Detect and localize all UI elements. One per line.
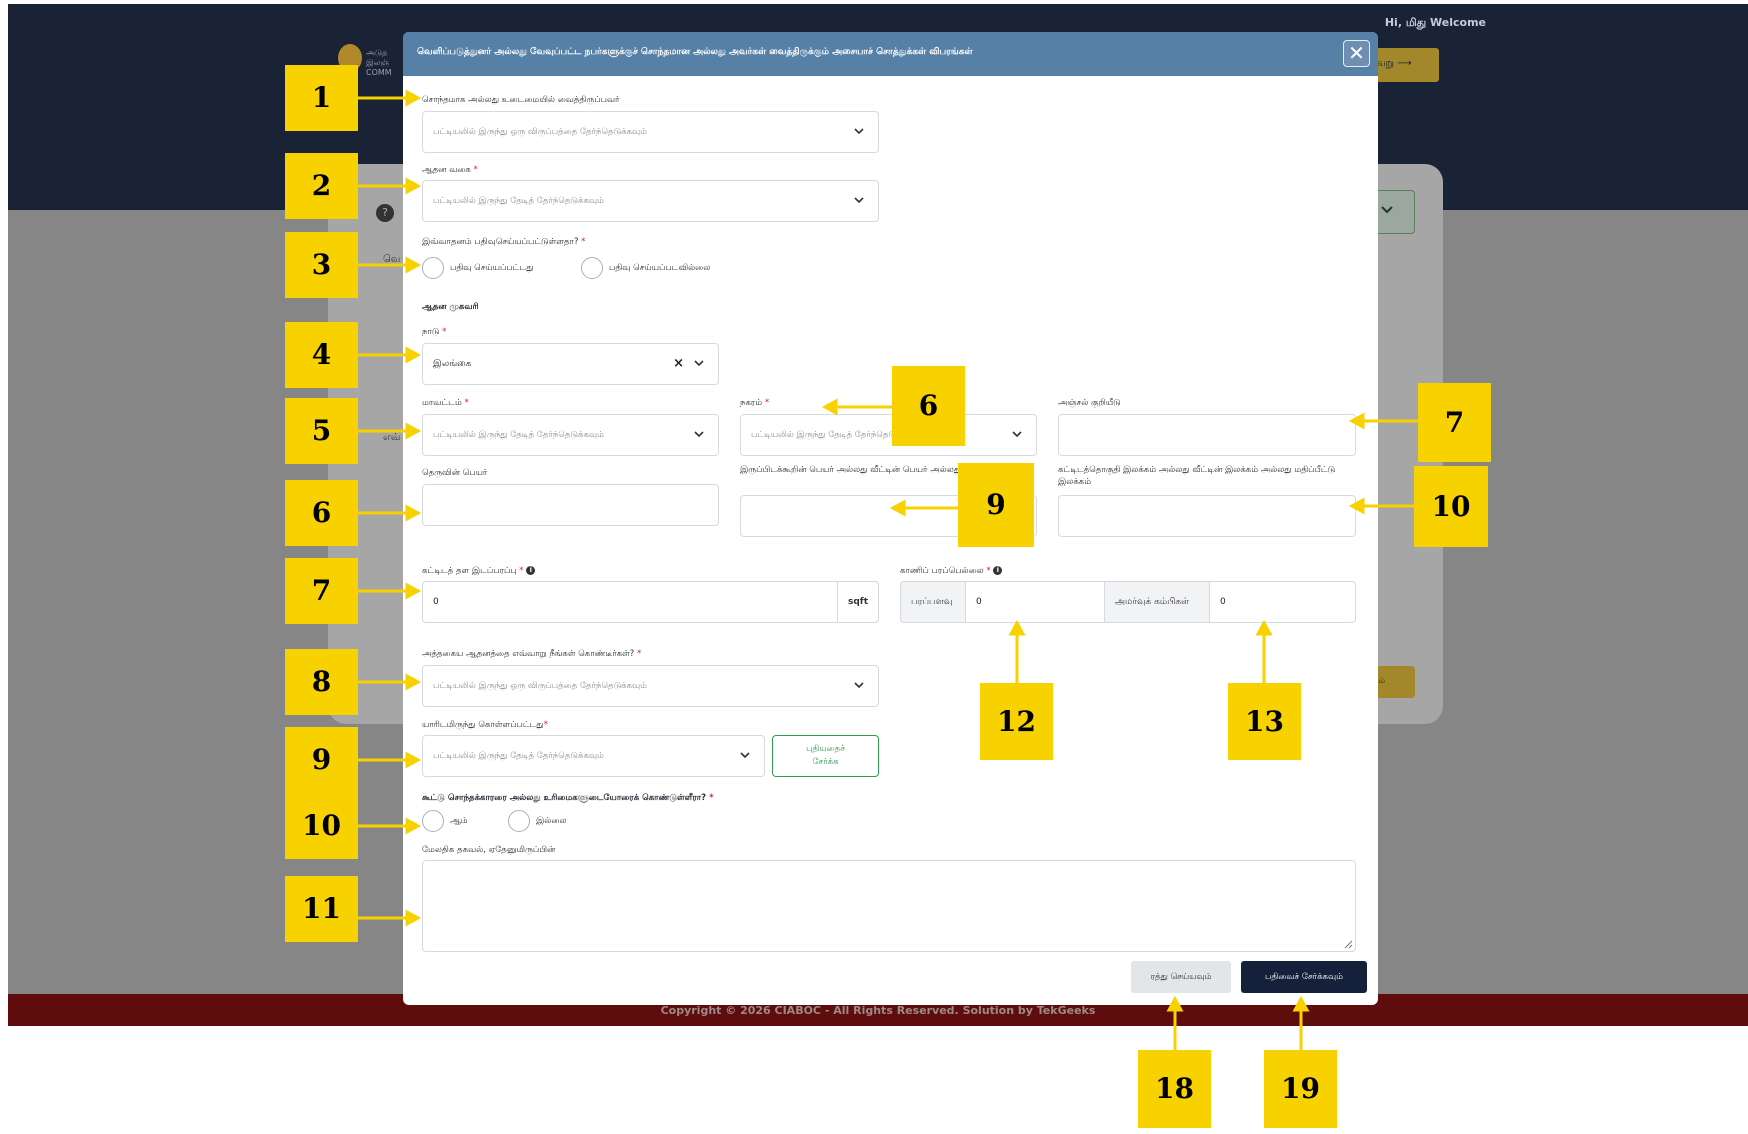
arrowhead-11 [405, 909, 422, 927]
annotation-label: 7 [285, 558, 358, 624]
annotation-label: 10 [285, 793, 358, 859]
annotation-label: 6 [285, 480, 358, 546]
annotation-label: 4 [285, 322, 358, 388]
arrowhead-8 [405, 673, 422, 691]
arrowhead-6a [405, 504, 422, 522]
annotation-label: 9 [285, 727, 358, 793]
annotation-label: 12 [980, 683, 1053, 760]
annotation-label: 3 [285, 232, 358, 298]
arrowhead-9b [889, 499, 906, 517]
arrowhead-19 [1292, 995, 1310, 1012]
annotation-label: 2 [285, 153, 358, 219]
arrowhead-12 [1008, 619, 1026, 636]
annotation-label: 9 [958, 463, 1034, 547]
arrowhead-2 [405, 177, 422, 195]
annotation-label: 13 [1228, 683, 1301, 760]
arrowhead-7b [1348, 412, 1365, 430]
annotation-label: 10 [1414, 466, 1488, 547]
annotation-label: 5 [285, 398, 358, 464]
annotation-label: 11 [285, 876, 358, 942]
arrowhead-1 [405, 89, 422, 107]
annotation-label: 18 [1138, 1050, 1211, 1128]
annotation-label: 1 [285, 65, 358, 131]
annotation-label: 19 [1264, 1050, 1337, 1128]
arrowhead-3 [405, 256, 422, 274]
arrowhead-13 [1255, 619, 1273, 636]
annotation-label: 6 [892, 366, 965, 446]
annotation-label: 7 [1418, 383, 1491, 462]
arrowhead-18 [1166, 995, 1184, 1012]
annotation-arrows [358, 89, 1418, 1050]
arrowhead-6b [821, 398, 838, 416]
arrowhead-10a [405, 817, 422, 835]
annotation-label: 8 [285, 649, 358, 715]
arrowhead-7a [405, 582, 422, 600]
arrowhead-9a [405, 751, 422, 769]
arrowhead-5 [405, 422, 422, 440]
arrowhead-4 [405, 346, 422, 364]
arrowhead-10b [1348, 497, 1365, 515]
